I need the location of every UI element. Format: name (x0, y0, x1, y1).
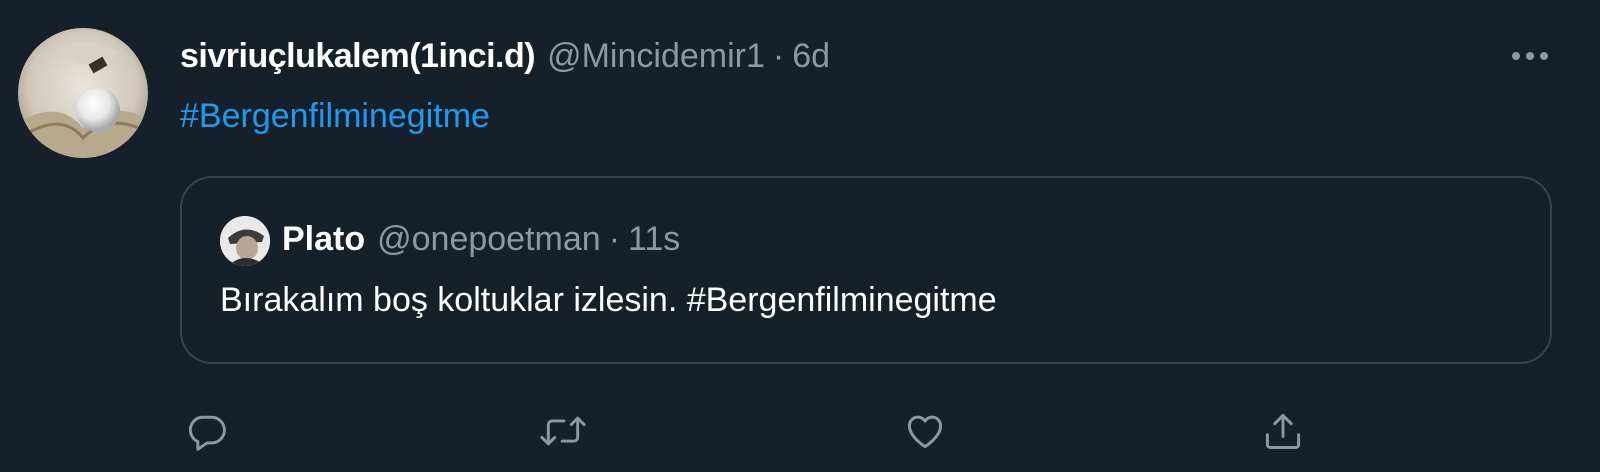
retweet-icon (540, 416, 586, 446)
pearl-shell-avatar-image (18, 28, 148, 158)
user-handle[interactable]: @Mincidemir1 (547, 37, 765, 76)
reply-button[interactable] (180, 404, 234, 458)
more-button[interactable] (1500, 36, 1560, 76)
timestamp[interactable]: 6d (792, 37, 830, 76)
display-name[interactable]: sivriuçlukalem(1inci.d) (180, 37, 536, 76)
man-with-cap-avatar-image (220, 216, 270, 266)
reply-icon (188, 415, 226, 451)
tweet-header: sivriuçlukalem(1inci.d) @Mincidemir1 · 6… (180, 34, 830, 78)
tweet[interactable]: sivriuçlukalem(1inci.d) @Mincidemir1 · 6… (0, 0, 1600, 472)
avatar[interactable] (18, 28, 148, 158)
share-icon (1265, 413, 1301, 449)
hashtag-link[interactable]: #Bergenfilminegitme (180, 94, 490, 138)
quoted-separator-dot: · (608, 219, 621, 258)
retweet-button[interactable] (536, 404, 590, 458)
quoted-timestamp: 11s (628, 219, 681, 258)
quoted-avatar (220, 216, 270, 266)
quoted-user-handle: @onepoetman (377, 219, 601, 258)
more-horizontal-icon (1512, 52, 1548, 60)
like-button[interactable] (898, 404, 952, 458)
quoted-tweet-text: Bırakalım boş koltuklar izlesin. #Bergen… (220, 281, 997, 319)
like-icon (907, 415, 943, 449)
separator-dot: · (772, 36, 785, 75)
quoted-tweet-header: Plato @onepoetman · 11s (282, 216, 680, 262)
quoted-tweet[interactable]: Plato @onepoetman · 11s Bırakalım boş ko… (180, 176, 1552, 364)
share-button[interactable] (1256, 404, 1310, 458)
quoted-display-name: Plato (282, 219, 366, 258)
